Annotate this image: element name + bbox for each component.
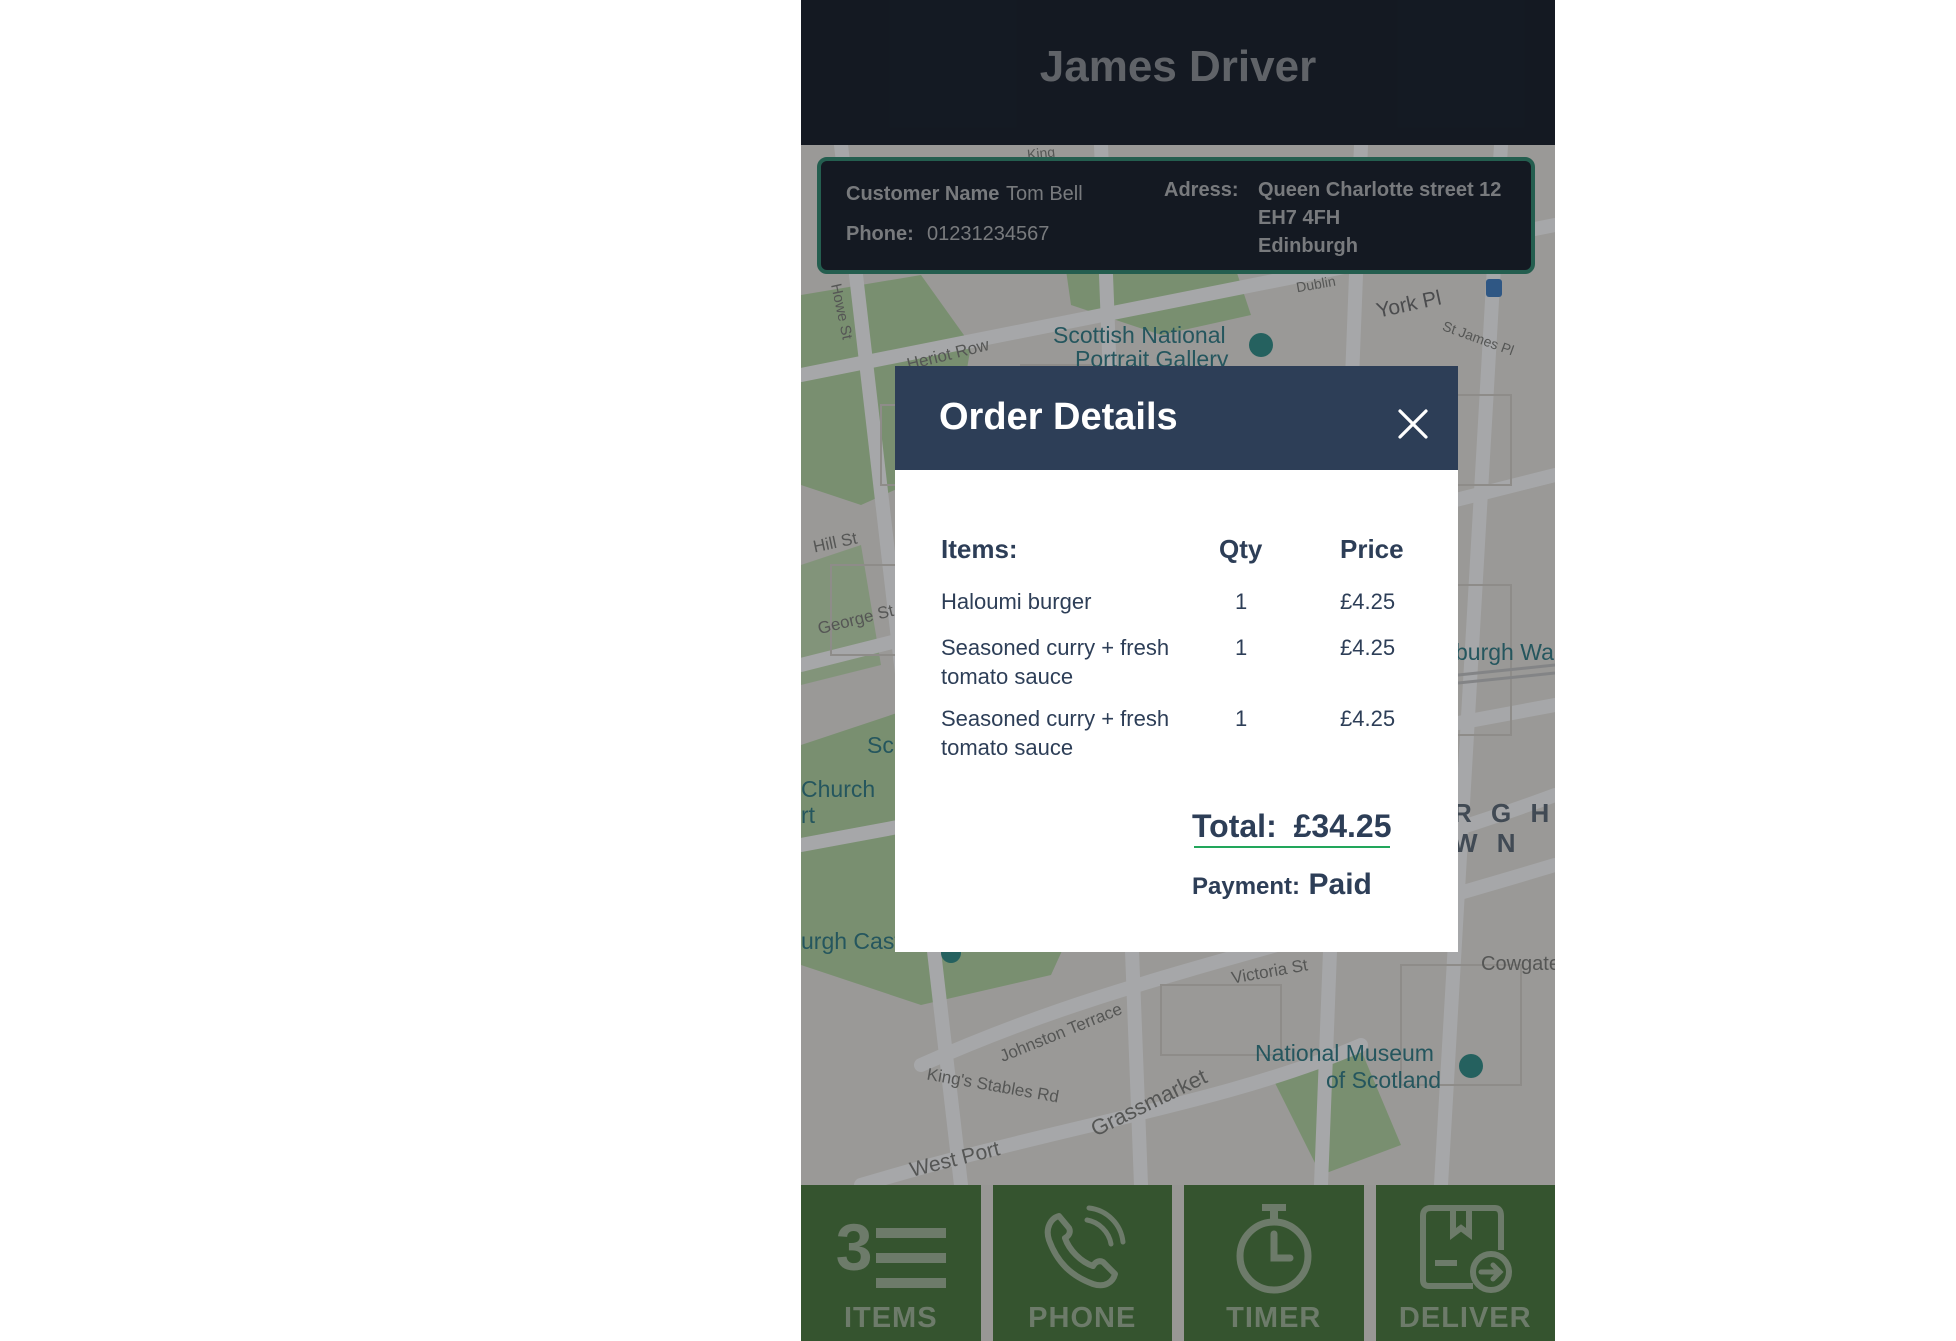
column-header-items: Items: bbox=[941, 534, 1018, 564]
item-price: £4.25 bbox=[1340, 706, 1396, 731]
item-qty: 1 bbox=[1235, 589, 1248, 614]
payment-status: Payment: Paid bbox=[1192, 868, 1372, 902]
item-name: Seasoned curry + fresh bbox=[941, 635, 1170, 660]
item-name: Seasoned curry + fresh bbox=[941, 706, 1170, 731]
item-name: Haloumi burger bbox=[941, 589, 1092, 614]
order-total: Total: £34.25 bbox=[1192, 808, 1391, 845]
payment-value: Paid bbox=[1308, 868, 1372, 901]
payment-label: Payment: bbox=[1192, 873, 1301, 900]
column-header-price: Price bbox=[1340, 534, 1404, 564]
column-header-qty: Qty bbox=[1219, 534, 1263, 564]
total-value: £34.25 bbox=[1293, 808, 1392, 844]
total-label: Total: bbox=[1192, 808, 1277, 844]
item-qty: 1 bbox=[1235, 706, 1248, 731]
total-underline bbox=[1194, 846, 1390, 848]
order-details-modal: Order Details Items: Qty Price Haloumi b… bbox=[895, 366, 1458, 952]
modal-header: Order Details bbox=[895, 366, 1458, 470]
item-name-cont: tomato sauce bbox=[941, 735, 1074, 760]
item-name-cont: tomato sauce bbox=[941, 664, 1074, 689]
item-qty: 1 bbox=[1235, 635, 1248, 660]
item-price: £4.25 bbox=[1340, 635, 1396, 660]
close-icon[interactable] bbox=[1397, 408, 1429, 440]
modal-title: Order Details bbox=[939, 396, 1178, 438]
item-price: £4.25 bbox=[1340, 589, 1396, 614]
